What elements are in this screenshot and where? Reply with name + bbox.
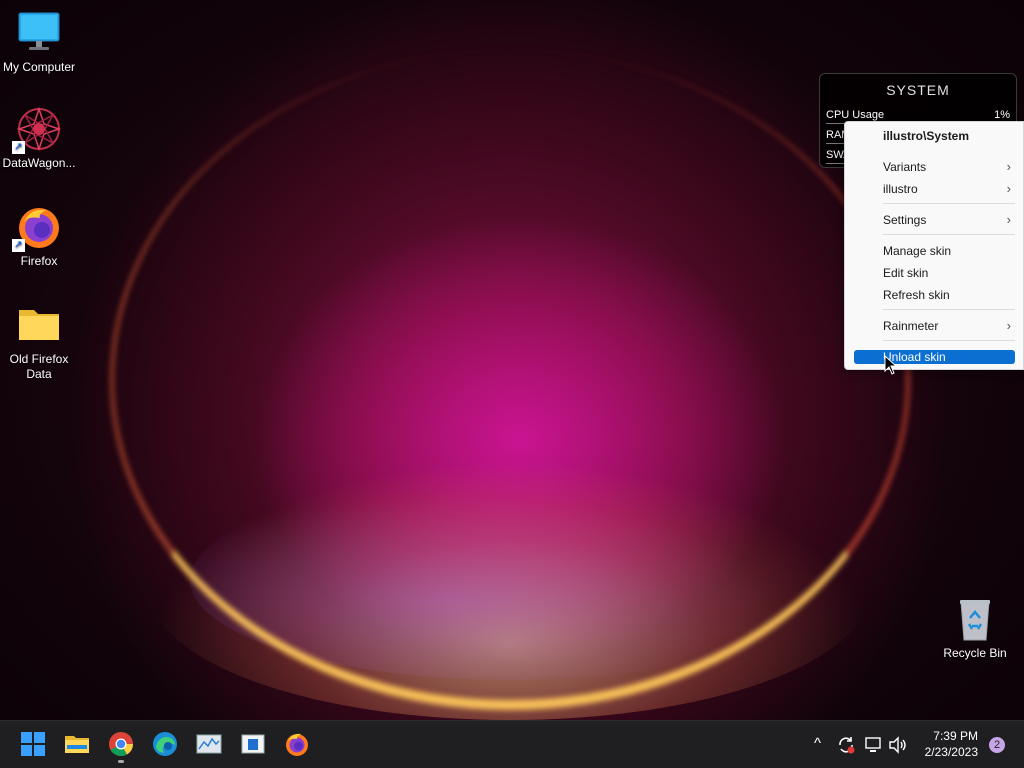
menu-item-label: Rainmeter	[883, 319, 939, 333]
menu-item-label: Refresh skin	[883, 288, 950, 302]
widget-row-value: 1%	[994, 109, 1010, 121]
desktop-icon-recycle-bin[interactable]: Recycle Bin	[936, 596, 1014, 661]
edge-icon[interactable]	[152, 731, 178, 757]
desktop-icon-datawagon[interactable]: ↗ DataWagon...	[0, 106, 78, 171]
file-explorer-icon[interactable]	[64, 731, 90, 757]
menu-item-refresh-skin[interactable]: Refresh skin	[883, 286, 1013, 304]
notification-badge[interactable]: 2	[989, 737, 1005, 753]
tray-overflow-chevron-icon[interactable]: ^	[814, 735, 821, 752]
context-menu: illustro\System Variants › illustro › Se…	[844, 121, 1024, 370]
desktop-icon-my-computer[interactable]: My Computer	[0, 10, 78, 75]
menu-item-illustro[interactable]: illustro ›	[883, 180, 1013, 198]
firefox-icon: ↗	[12, 204, 62, 252]
desktop-icon-old-firefox-data[interactable]: Old Firefox Data	[0, 302, 78, 382]
network-icon[interactable]	[863, 735, 883, 755]
menu-item-unload-skin[interactable]: Unload skin	[883, 348, 1013, 366]
menu-item-rainmeter[interactable]: Rainmeter ›	[883, 317, 1013, 335]
firefox-icon[interactable]	[284, 731, 310, 757]
desktop-icon-label: Firefox	[20, 254, 58, 268]
desktop-icon-label: Old Firefox Data	[9, 352, 69, 381]
chevron-right-icon: ›	[1006, 159, 1011, 174]
menu-item-variants[interactable]: Variants ›	[883, 158, 1013, 176]
clock-time: 7:39 PM	[933, 729, 978, 743]
desktop-icon-label: Recycle Bin	[943, 646, 1007, 660]
menu-item-edit-skin[interactable]: Edit skin	[883, 264, 1013, 282]
menu-item-label: Variants	[883, 160, 927, 174]
desktop-icon-label: DataWagon...	[2, 156, 76, 170]
chevron-right-icon: ›	[1006, 212, 1011, 227]
widget-title: SYSTEM	[886, 82, 950, 98]
shortcut-arrow-icon: ↗	[12, 239, 25, 252]
recycle-bin-icon	[952, 596, 998, 642]
menu-header[interactable]: illustro\System	[883, 127, 1013, 145]
menu-item-manage-skin[interactable]: Manage skin	[883, 242, 1013, 260]
app-window-icon[interactable]	[240, 731, 266, 757]
menu-separator	[883, 309, 1015, 310]
monitor-icon	[16, 10, 62, 56]
menu-separator	[883, 234, 1015, 235]
active-app-indicator	[118, 760, 124, 763]
chevron-right-icon: ›	[1006, 181, 1011, 196]
menu-item-settings[interactable]: Settings ›	[883, 211, 1013, 229]
menu-separator	[883, 203, 1015, 204]
desktop-icon-firefox[interactable]: ↗ Firefox	[0, 204, 78, 269]
menu-item-label: Manage skin	[883, 244, 952, 258]
menu-item-label: illustro	[883, 182, 918, 196]
taskbar: ^ 7:39 PM 2/23/2023 2	[0, 720, 1024, 768]
volume-icon[interactable]	[888, 735, 908, 755]
chrome-icon[interactable]	[108, 731, 134, 757]
clock-date: 2/23/2023	[924, 745, 978, 759]
mouse-cursor-icon	[884, 355, 898, 375]
desktop-icon-label: My Computer	[2, 60, 76, 74]
widget-row-label: CPU Usage	[826, 109, 885, 121]
chevron-right-icon: ›	[1006, 318, 1011, 333]
wallpaper-ring	[110, 50, 910, 710]
start-icon[interactable]	[20, 731, 46, 757]
shortcut-arrow-icon: ↗	[12, 141, 25, 154]
system-clock[interactable]: 7:39 PM 2/23/2023	[925, 728, 978, 760]
menu-separator	[883, 340, 1015, 341]
datawagon-icon: ↗	[12, 106, 62, 154]
folder-icon	[16, 302, 62, 348]
menu-item-label: Edit skin	[883, 266, 929, 280]
resource-monitor-icon[interactable]	[196, 731, 222, 757]
menu-item-label: Settings	[883, 213, 927, 227]
sync-icon[interactable]	[836, 735, 856, 755]
